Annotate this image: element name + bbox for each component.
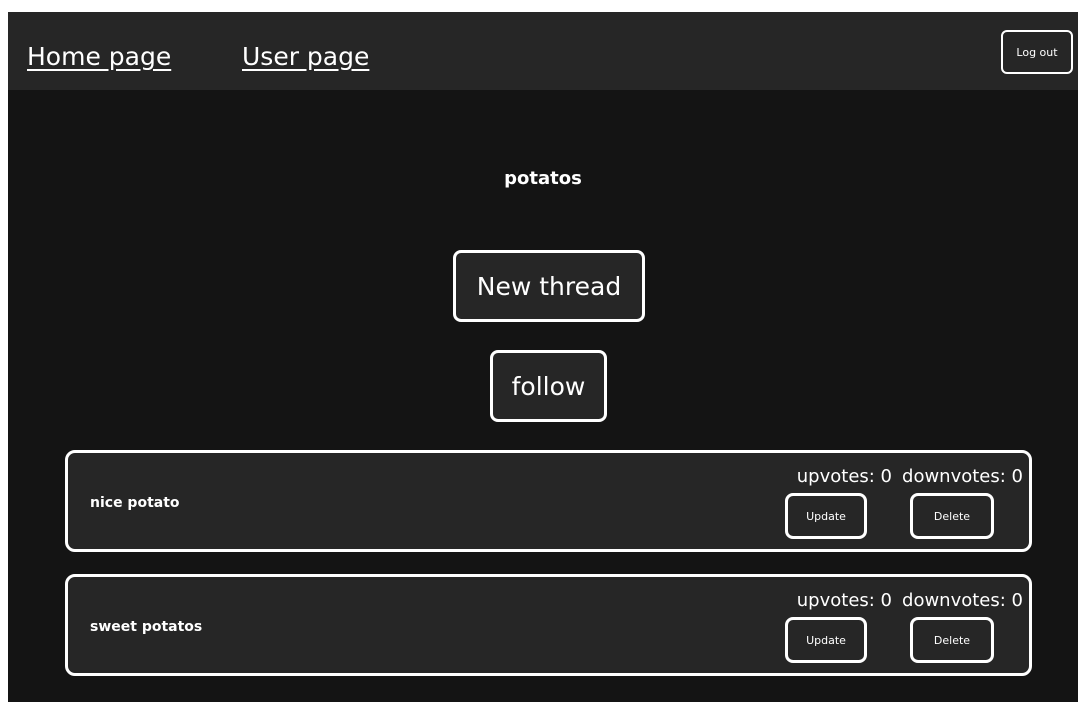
upvotes-count: upvotes: 0 [796,590,893,611]
vote-counts: upvotes: 0 downvotes: 0 [797,466,1023,487]
new-thread-button[interactable]: New thread [453,250,645,322]
thread-title[interactable]: sweet potatos [90,619,202,635]
delete-button[interactable]: Delete [910,617,994,663]
upvotes-count: upvotes: 0 [796,466,893,487]
update-button[interactable]: Update [785,493,867,539]
navbar: Home page User page Log out [8,12,1078,90]
thread-title[interactable]: nice potato [90,495,180,511]
downvotes-count: downvotes: 0 [902,466,1023,487]
delete-button[interactable]: Delete [910,493,994,539]
follow-button[interactable]: follow [490,350,607,422]
update-button[interactable]: Update [785,617,867,663]
logout-button[interactable]: Log out [1001,30,1073,74]
home-page-link[interactable]: Home page [27,42,171,71]
thread-card[interactable]: nice potato upvotes: 0 downvotes: 0 Updat… [65,450,1032,552]
vote-counts: upvotes: 0 downvotes: 0 [797,590,1023,611]
forum-title: potatos [504,168,582,189]
downvotes-count: downvotes: 0 [902,590,1023,611]
thread-card[interactable]: sweet potatos upvotes: 0 downvotes: 0 Upd… [65,574,1032,676]
user-page-link[interactable]: User page [242,42,369,71]
app-root: Home page User page Log out potatos New … [8,12,1078,702]
